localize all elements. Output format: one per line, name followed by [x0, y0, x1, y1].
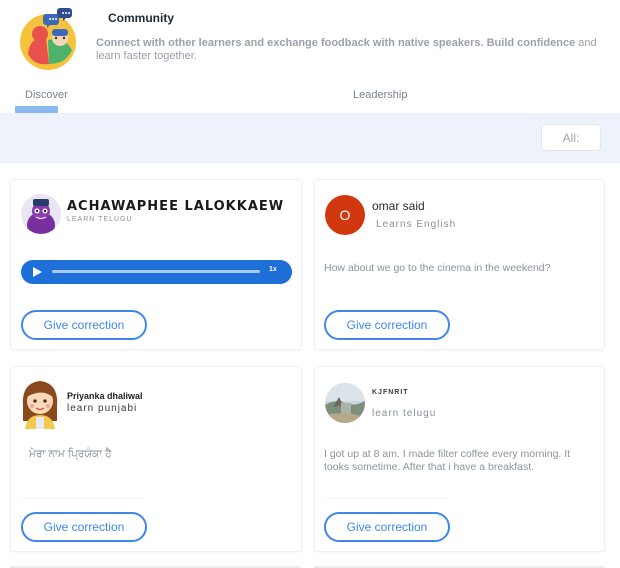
- tab-leadership[interactable]: Leadership: [353, 89, 407, 101]
- filter-dropdown[interactable]: All:: [541, 124, 601, 151]
- community-description: Connect with other learners and exchange…: [96, 37, 606, 63]
- community-header: Community Connect with other learners an…: [0, 0, 620, 113]
- community-logo-icon: [16, 4, 82, 70]
- playback-speed[interactable]: 1x: [269, 266, 277, 273]
- post-message: How about we go to the cinema in the wee…: [324, 262, 551, 274]
- description-bold: Connect with other learners and exchange…: [96, 37, 576, 49]
- post-card: Priyanka dhaliwal learn punjabi ਮੇਰਾ ਨਾਮ…: [10, 366, 302, 552]
- avatar-initial-letter: O: [339, 207, 351, 223]
- landscape-photo-avatar[interactable]: [325, 383, 365, 423]
- avatar-initial[interactable]: O: [325, 195, 365, 235]
- audio-player[interactable]: 1x: [21, 260, 292, 284]
- learning-language: Learns English: [376, 219, 457, 230]
- learner-name[interactable]: Priyanka dhaliwal: [67, 391, 143, 401]
- learning-language: learn punjabi: [67, 403, 138, 414]
- learner-name[interactable]: omar said: [372, 199, 425, 213]
- give-correction-button[interactable]: Give correction: [21, 512, 147, 542]
- play-icon[interactable]: [33, 267, 42, 277]
- tab-discover[interactable]: Discover: [25, 89, 68, 101]
- give-correction-button[interactable]: Give correction: [324, 512, 450, 542]
- post-message: I got up at 8 am. I made filter coffee e…: [324, 448, 571, 473]
- divider: [325, 498, 450, 499]
- active-tab-indicator: [15, 106, 58, 113]
- post-card: O omar said Learns English How about we …: [314, 179, 605, 350]
- learner-name[interactable]: KJFNRIT: [372, 389, 409, 396]
- give-correction-button[interactable]: Give correction: [21, 310, 147, 340]
- post-card: KJFNRIT learn telugu I got up at 8 am. I…: [314, 366, 605, 552]
- post-card: ACHAWAPHEE LALOKKAEW LEARN TELUGU 1x Giv…: [10, 179, 302, 350]
- learner-name[interactable]: ACHAWAPHEE LALOKKAEW: [67, 199, 284, 214]
- post-message: ਮੇਰਾ ਨਾਮ ਪ੍ਰਿਯੰਕਾ ਹੈ: [29, 448, 112, 460]
- page-title: Community: [108, 11, 174, 25]
- divider: [21, 498, 146, 499]
- give-correction-button[interactable]: Give correction: [324, 310, 450, 340]
- audio-progress-track[interactable]: [52, 270, 260, 273]
- filter-bar: All:: [0, 113, 620, 163]
- learning-language: learn telugu: [372, 408, 437, 419]
- learning-language: LEARN TELUGU: [67, 216, 133, 223]
- monster-avatar-icon[interactable]: [21, 194, 61, 234]
- girl-avatar-icon[interactable]: [17, 377, 63, 429]
